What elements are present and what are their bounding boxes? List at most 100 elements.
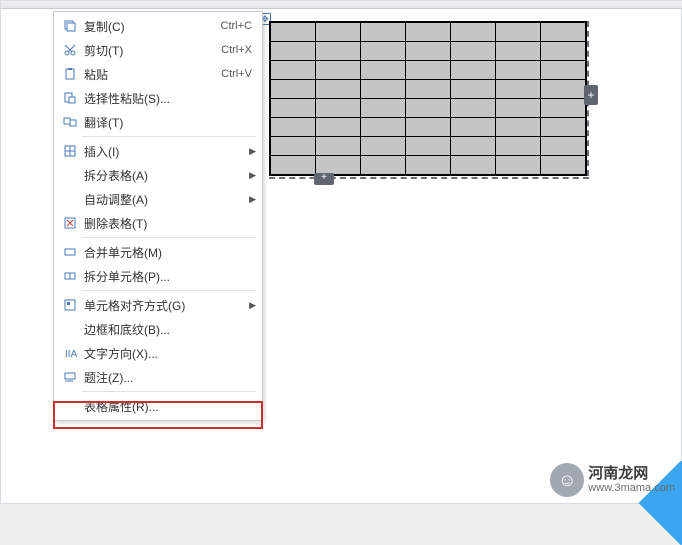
menu-item-autofit[interactable]: 自动调整(A) ▶ [54,187,262,211]
split-cells-icon [60,268,80,284]
clipboard-icon [60,66,80,82]
menu-item-cell-align[interactable]: 单元格对齐方式(G) ▶ [54,293,262,317]
table-cell[interactable] [451,156,496,175]
table-cell[interactable] [541,80,586,99]
menu-label: 拆分表格(A) [80,167,246,184]
table-cell[interactable] [361,99,406,118]
menu-item-delete-table[interactable]: 删除表格(T) [54,211,262,235]
table-context-menu: 复制(C) Ctrl+C 剪切(T) Ctrl+X 粘贴 Ctrl+V 选择性粘… [53,11,263,421]
table-cell[interactable] [451,118,496,137]
add-row-handle-icon[interactable]: + [314,173,334,185]
table-cell[interactable] [361,137,406,156]
table-cell[interactable] [541,137,586,156]
add-column-handle-icon[interactable]: + [584,85,598,105]
table-cell[interactable] [271,23,316,42]
table-cell[interactable] [361,23,406,42]
menu-separator [82,237,256,238]
table-cell[interactable] [361,118,406,137]
submenu-arrow-icon: ▶ [246,300,256,311]
table-cell[interactable] [451,23,496,42]
table-cell[interactable] [451,42,496,61]
table-cell[interactable] [271,61,316,80]
menu-label: 表格属性(R)... [80,398,256,415]
menu-label: 插入(I) [80,143,246,160]
table-cell[interactable] [406,42,451,61]
table-cell[interactable] [406,80,451,99]
insert-table-icon [60,143,80,159]
menu-item-table-properties[interactable]: 表格属性(R)... [54,394,262,418]
menu-item-text-direction[interactable]: IIA 文字方向(X)... [54,341,262,365]
table-cell[interactable] [451,137,496,156]
menu-item-paste[interactable]: 粘贴 Ctrl+V [54,62,262,86]
menu-shortcut: Ctrl+X [221,44,256,56]
menu-label: 选择性粘贴(S)... [80,90,256,107]
table-cell[interactable] [271,137,316,156]
menu-item-cut[interactable]: 剪切(T) Ctrl+X [54,38,262,62]
table-cell[interactable] [316,80,361,99]
watermark-logo-icon: ☺ [550,463,584,497]
table-cell[interactable] [406,156,451,175]
table-cell[interactable] [541,23,586,42]
watermark: ☺ 河南龙网 www.3mama.com [550,463,675,497]
watermark-text: 河南龙网 www.3mama.com [588,465,675,495]
menu-item-insert[interactable]: 插入(I) ▶ [54,139,262,163]
table-cell[interactable] [316,118,361,137]
table-cell[interactable] [541,61,586,80]
table-cell[interactable] [316,61,361,80]
table-cell[interactable] [541,99,586,118]
document-canvas: ✥ + + 复制(C) Ctrl+C 剪切(T) Ctrl+X 粘贴 Ctrl+… [0,0,682,504]
table-cell[interactable] [496,156,541,175]
table-cell[interactable] [406,23,451,42]
table-cell[interactable] [406,118,451,137]
table-cell[interactable] [541,118,586,137]
menu-item-split-cells[interactable]: 拆分单元格(P)... [54,264,262,288]
table-cell[interactable] [361,156,406,175]
menu-item-translate[interactable]: 翻译(T) [54,110,262,134]
menu-label: 删除表格(T) [80,215,256,232]
table-cell[interactable] [271,80,316,99]
table-cell[interactable] [541,42,586,61]
menu-label: 文字方向(X)... [80,345,256,362]
menu-item-caption[interactable]: 题注(Z)... [54,365,262,389]
table-cell[interactable] [316,99,361,118]
table-cell[interactable] [496,80,541,99]
table-cell[interactable] [361,42,406,61]
table-cell[interactable] [451,80,496,99]
table-cell[interactable] [361,61,406,80]
table-cell[interactable] [361,80,406,99]
table-cell[interactable] [271,156,316,175]
menu-item-merge-cells[interactable]: 合并单元格(M) [54,240,262,264]
table-cell[interactable] [496,61,541,80]
menu-label: 复制(C) [80,18,221,35]
table-cell[interactable] [451,99,496,118]
table-cell[interactable] [316,137,361,156]
copy-icon [60,18,80,34]
blank-icon [60,398,80,414]
menu-label: 边框和底纹(B)... [80,321,256,338]
table-cell[interactable] [541,156,586,175]
table-cell[interactable] [496,23,541,42]
menu-separator [82,290,256,291]
table-cell[interactable] [406,99,451,118]
table-cell[interactable] [316,42,361,61]
table-cell[interactable] [451,61,496,80]
table-cell[interactable] [271,118,316,137]
table-cell[interactable] [406,61,451,80]
table-cell[interactable] [406,137,451,156]
table-cell[interactable] [271,42,316,61]
table-grid[interactable] [269,21,587,176]
blank-icon [60,167,80,183]
menu-item-borders[interactable]: 边框和底纹(B)... [54,317,262,341]
table-cell[interactable] [316,23,361,42]
menu-item-split-table[interactable]: 拆分表格(A) ▶ [54,163,262,187]
menu-item-copy[interactable]: 复制(C) Ctrl+C [54,14,262,38]
menu-separator [82,391,256,392]
delete-table-icon [60,215,80,231]
table-cell[interactable] [496,137,541,156]
table-cell[interactable] [496,99,541,118]
table-cell[interactable] [496,118,541,137]
menu-item-paste-special[interactable]: 选择性粘贴(S)... [54,86,262,110]
table-cell[interactable] [271,99,316,118]
submenu-arrow-icon: ▶ [246,170,256,181]
table-cell[interactable] [496,42,541,61]
